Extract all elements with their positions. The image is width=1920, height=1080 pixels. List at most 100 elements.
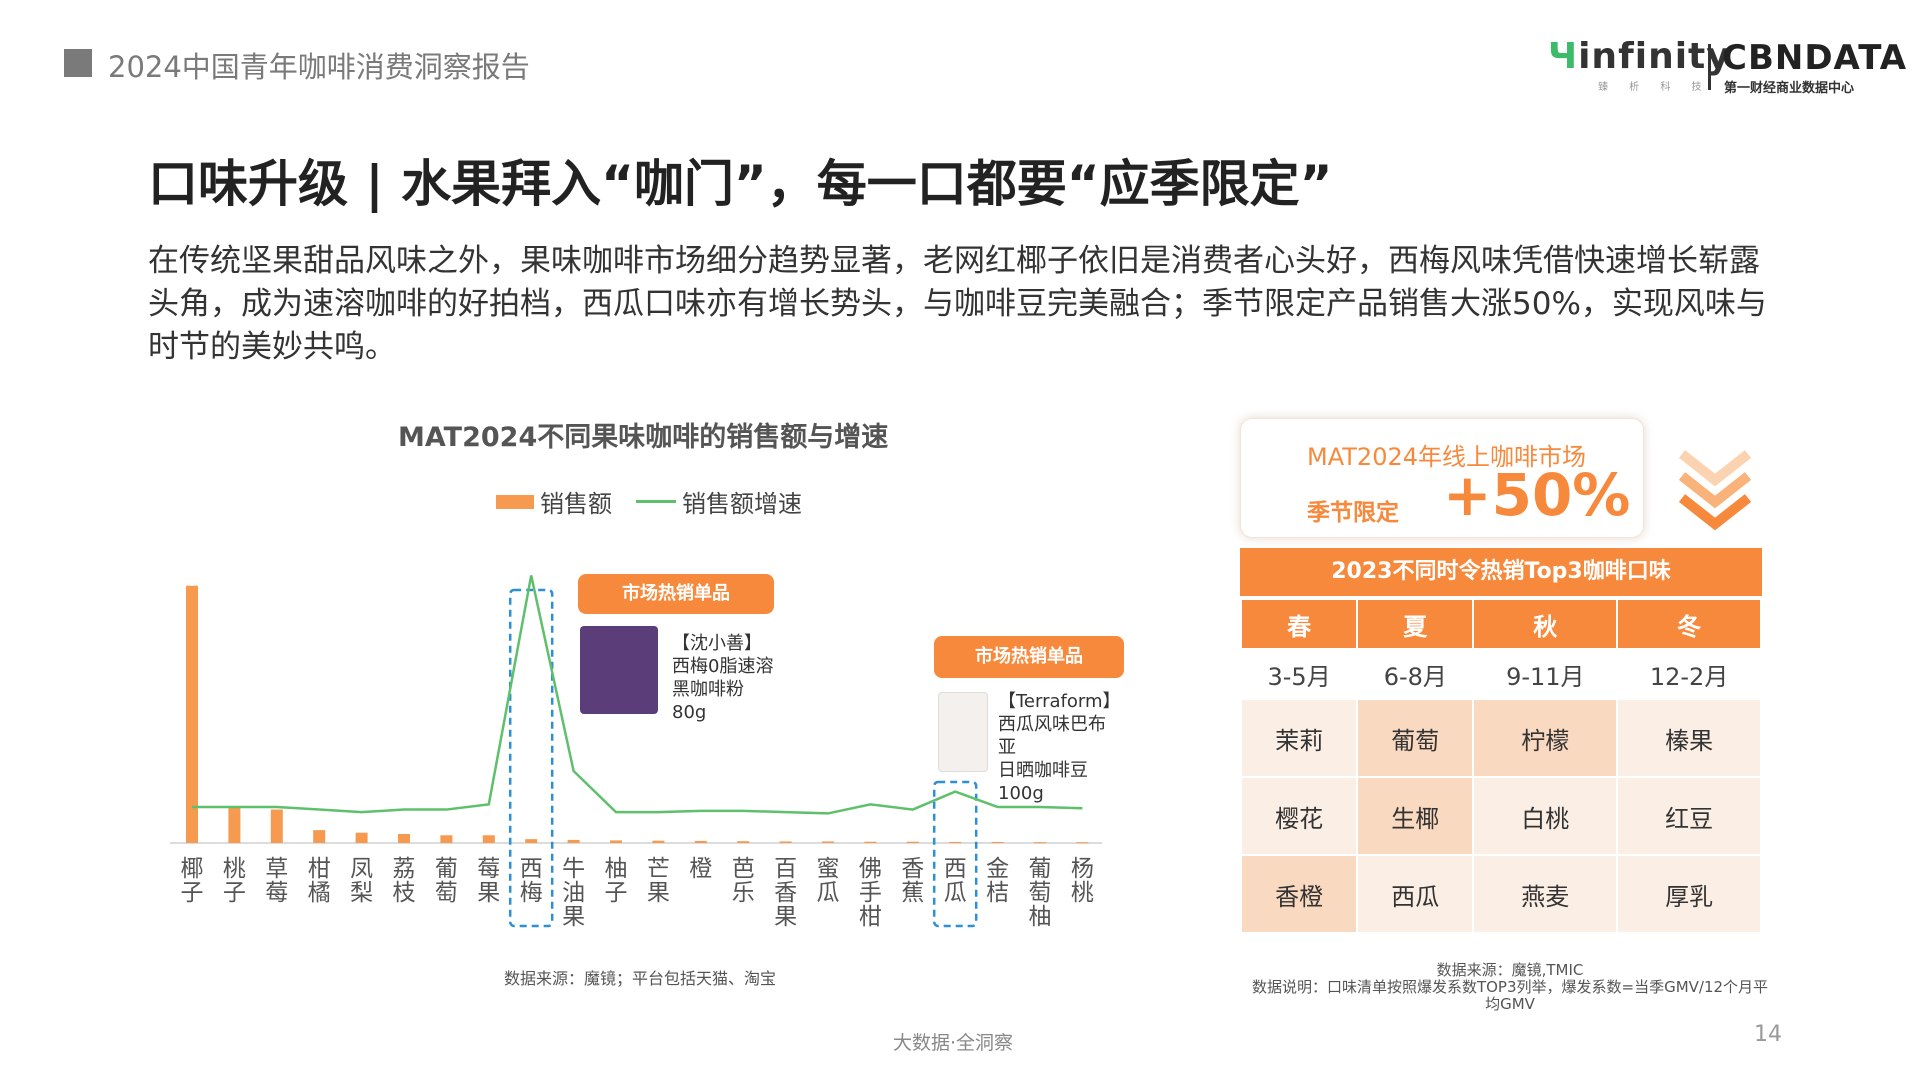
- bar-6: [440, 835, 453, 843]
- bar-18: [949, 841, 962, 843]
- x-tick-label-8: 西梅: [520, 856, 543, 906]
- bar-4: [355, 832, 368, 843]
- product-text-2: 【Terraform】 西瓜风味巴布 亚 日晒咖啡豆 100g: [998, 690, 1121, 805]
- bar-17: [906, 841, 919, 843]
- bar-3: [313, 830, 326, 843]
- logo-divider: [1708, 44, 1711, 90]
- product-text-1: 【沈小善】 西梅0脂速溶 黑咖啡粉 80g: [672, 632, 773, 724]
- highlight-box-18: [932, 780, 978, 928]
- x-tick-label-18: 西瓜: [944, 856, 967, 906]
- season-summer: 夏: [1358, 600, 1473, 648]
- growth-tag: 季节限定: [1307, 500, 1399, 526]
- growth-value: +50%: [1443, 461, 1631, 529]
- month-summer: 6-8月: [1358, 650, 1473, 698]
- month-spring: 3-5月: [1242, 650, 1357, 698]
- x-tick-label-11: 芒果: [647, 856, 670, 906]
- x-tick-label-3: 柑橘: [308, 856, 331, 906]
- header-square-icon: [64, 49, 92, 77]
- product1-weight: 80g: [672, 702, 707, 723]
- footer-text: 大数据·全洞察: [893, 1032, 1014, 1054]
- table-source-line1: 数据来源：魔镜,TMIC: [1436, 961, 1584, 979]
- infinity-logo-subtitle: 臻 析 科 技: [1598, 82, 1711, 93]
- product1-brand: 【沈小善】: [672, 633, 762, 654]
- table-source-line2: 数据说明：口味清单按照爆发系数TOP3列举，爆发系数=当季GMV/12个月平均G…: [1251, 978, 1769, 1013]
- flavor-cell: 燕麦: [1474, 856, 1617, 932]
- x-tick-label-19: 金桔: [986, 856, 1009, 906]
- product2-line3: 日晒咖啡豆: [998, 760, 1088, 781]
- bar-9: [567, 839, 580, 843]
- bar-10: [610, 840, 622, 843]
- product1-line2: 黑咖啡粉: [672, 679, 744, 700]
- product2-line1: 西瓜风味巴布: [998, 714, 1106, 735]
- x-tick-label-4: 凤梨: [350, 856, 373, 906]
- page-number: 14: [1754, 1022, 1782, 1047]
- bar-0: [186, 585, 198, 843]
- chart-source: 数据来源：魔镜；平台包括天猫、淘宝: [504, 969, 777, 988]
- flavor-cell: 生椰: [1358, 778, 1473, 854]
- product1-line1: 西梅0脂速溶: [672, 656, 774, 677]
- season-table-title: 2023不同时令热销Top3咖啡口味: [1240, 548, 1762, 596]
- bar-2: [270, 809, 283, 843]
- cbndata-logo: CBNDATA: [1722, 38, 1908, 78]
- legend-line-swatch: [636, 500, 676, 503]
- bar-5: [398, 833, 410, 843]
- product2-brand: 【Terraform】: [998, 691, 1121, 712]
- bar-11: [652, 840, 665, 843]
- x-tick-label-2: 草莓: [265, 856, 288, 906]
- flavor-cell: 红豆: [1618, 778, 1760, 854]
- hot-product-tag-2: 市场热销单品: [934, 636, 1124, 678]
- highlight-box-8: [508, 588, 554, 928]
- flavor-cell: 榛果: [1618, 700, 1760, 776]
- bar-12: [694, 840, 707, 843]
- x-tick-label-10: 柚子: [605, 856, 628, 906]
- bar-21: [1076, 842, 1089, 844]
- legend-bar-swatch: [496, 494, 534, 509]
- cbndata-logo-subtitle: 第一财经商业数据中心: [1724, 81, 1855, 96]
- x-tick-label-21: 杨桃: [1071, 856, 1094, 906]
- bar-13: [737, 841, 750, 843]
- chart-title: MAT2024不同果味咖啡的销售额与增速: [398, 422, 889, 453]
- page-title: 口味升级 | 水果拜入“咖门”，每一口都要“应季限定”: [148, 155, 1333, 213]
- bar-8: [525, 839, 538, 843]
- x-tick-label-9: 牛油果: [562, 856, 585, 930]
- infinity-logo: Чinfinity: [1548, 36, 1731, 77]
- bar-7: [482, 835, 495, 843]
- x-tick-label-7: 莓果: [477, 856, 500, 906]
- bar-19: [991, 841, 1004, 843]
- x-tick-label-5: 荔枝: [393, 856, 416, 906]
- bar-20: [1034, 842, 1046, 844]
- bar-15: [822, 841, 834, 843]
- x-tick-label-16: 佛手柑: [859, 856, 882, 930]
- flavor-cell: 葡萄: [1358, 700, 1473, 776]
- season-autumn: 秋: [1474, 600, 1617, 648]
- flavor-cell: 香橙: [1242, 856, 1357, 932]
- flavor-cell: 白桃: [1474, 778, 1617, 854]
- flavor-cell: 柠檬: [1474, 700, 1617, 776]
- month-winter: 12-2月: [1618, 650, 1760, 698]
- product2-line2: 亚: [998, 737, 1016, 758]
- bar-14: [779, 841, 792, 843]
- report-title: 2024中国青年咖啡消费洞察报告: [108, 50, 530, 84]
- x-tick-label-14: 百香果: [774, 856, 797, 930]
- product2-weight: 100g: [998, 783, 1044, 804]
- flavor-cell: 茉莉: [1242, 700, 1357, 776]
- bar-1: [228, 806, 241, 843]
- x-tick-label-13: 芭乐: [732, 856, 755, 906]
- x-tick-label-1: 桃子: [223, 856, 246, 906]
- chart-legend: 销售额 销售额增速: [496, 484, 802, 519]
- season-winter: 冬: [1618, 600, 1760, 648]
- season-table: 春 夏 秋 冬 3-5月 6-8月 9-11月 12-2月 茉莉 葡萄 柠檬 榛…: [1240, 598, 1762, 934]
- product-image-1: [580, 626, 658, 714]
- flavor-cell: 厚乳: [1618, 856, 1760, 932]
- page-description: 在传统坚果甜品风味之外，果味咖啡市场细分趋势显著，老网红椰子依旧是消费者心头好，…: [148, 243, 1767, 365]
- month-autumn: 9-11月: [1474, 650, 1617, 698]
- x-tick-label-6: 葡萄: [435, 856, 458, 906]
- x-tick-label-20: 葡萄柚: [1029, 856, 1052, 930]
- product-image-2: [938, 692, 988, 772]
- flavor-cell: 西瓜: [1358, 856, 1473, 932]
- x-tick-label-0: 椰子: [181, 856, 204, 906]
- x-tick-label-12: 橙: [689, 856, 712, 882]
- flavor-cell: 樱花: [1242, 778, 1357, 854]
- hot-product-tag-1: 市场热销单品: [578, 574, 774, 614]
- season-spring: 春: [1242, 600, 1357, 648]
